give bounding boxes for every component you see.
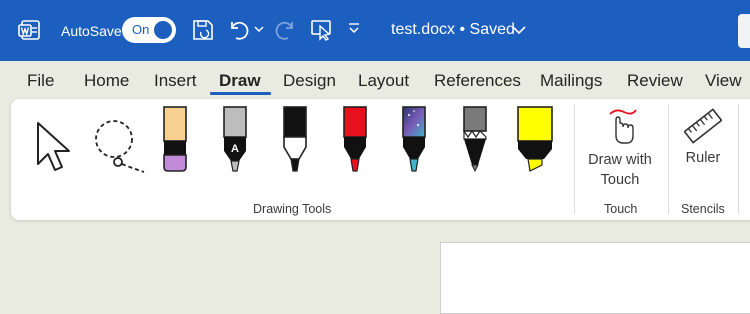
redo-icon[interactable] — [274, 18, 296, 42]
tab-file[interactable]: File — [27, 71, 54, 91]
document-page[interactable] — [440, 242, 750, 314]
group-label-touch: Touch — [604, 202, 638, 216]
toggle-knob — [154, 21, 172, 39]
tab-design[interactable]: Design — [283, 71, 336, 91]
red-pen-icon[interactable] — [341, 105, 369, 173]
select-pointer-icon[interactable] — [33, 120, 75, 174]
present-touch-icon[interactable] — [310, 18, 334, 42]
ruler-icon[interactable] — [684, 108, 722, 144]
eraser-icon[interactable] — [162, 105, 188, 173]
active-tab-indicator — [210, 92, 271, 95]
undo-icon[interactable] — [228, 18, 250, 42]
group-separator — [738, 104, 739, 214]
pen-icon[interactable]: A — [221, 105, 249, 173]
group-separator — [668, 104, 669, 214]
search-box[interactable] — [738, 14, 750, 48]
tab-mailings[interactable]: Mailings — [540, 71, 602, 91]
highlighter-icon[interactable] — [516, 105, 554, 173]
document-title[interactable]: test.docx • Saved — [391, 21, 515, 39]
group-label-stencils: Stencils — [681, 202, 725, 216]
group-label-drawing-tools: Drawing Tools — [253, 202, 332, 216]
lasso-select-icon[interactable] — [88, 118, 148, 174]
tab-home[interactable]: Home — [84, 71, 129, 91]
tab-references[interactable]: References — [434, 71, 521, 91]
autosave-label: AutoSave — [61, 23, 122, 39]
black-pen-icon[interactable] — [281, 105, 309, 173]
ruler-button[interactable]: Ruler — [682, 150, 724, 166]
word-icon[interactable] — [18, 18, 42, 42]
autosave-state: On — [132, 22, 150, 37]
pencil-icon[interactable] — [461, 105, 489, 173]
chevron-down-icon[interactable] — [512, 25, 526, 35]
tab-view[interactable]: View — [705, 71, 742, 91]
tab-insert[interactable]: Insert — [154, 71, 197, 91]
title-bar: AutoSave On test.docx • Saved — [0, 0, 750, 61]
ribbon-tabs: File Home Insert Draw Design Layout Refe… — [0, 61, 750, 99]
group-separator — [574, 104, 575, 214]
galaxy-pen-icon[interactable] — [400, 105, 428, 173]
tab-draw[interactable]: Draw — [219, 71, 261, 91]
undo-dropdown-chevron-icon[interactable] — [254, 26, 264, 34]
save-icon[interactable] — [192, 18, 214, 42]
customize-toolbar-icon[interactable] — [348, 22, 360, 36]
tab-review[interactable]: Review — [627, 71, 683, 91]
pen-label-a: A — [231, 143, 239, 155]
draw-with-touch-button[interactable]: Draw with Touch — [582, 150, 658, 190]
touch-draw-icon[interactable] — [602, 106, 638, 146]
tab-layout[interactable]: Layout — [358, 71, 409, 91]
autosave-toggle[interactable]: On — [122, 17, 176, 43]
